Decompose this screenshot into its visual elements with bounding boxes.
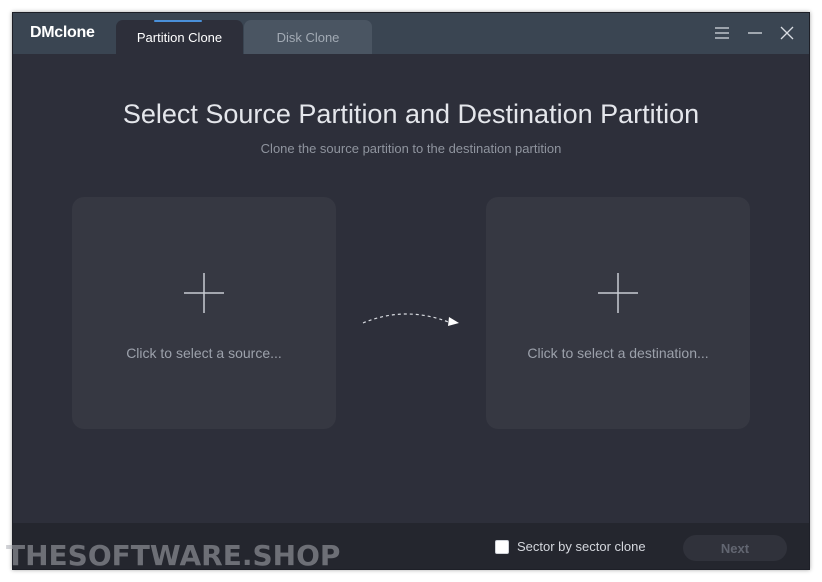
- app-window: DMclone Partition Clone Disk Clone Selec…: [12, 12, 810, 570]
- dashed-arrow-icon: [362, 313, 459, 326]
- watermark: THESOFTWARE.SHOP: [6, 539, 341, 572]
- sector-by-sector-checkbox[interactable]: [495, 540, 509, 554]
- tab-disk-clone[interactable]: Disk Clone: [244, 20, 372, 54]
- plus-icon: [184, 273, 224, 313]
- tab-label: Partition Clone: [136, 29, 223, 45]
- source-card-label: Click to select a source...: [126, 345, 282, 361]
- page-title: Select Source Partition and Destination …: [122, 99, 700, 129]
- tab-partition-clone[interactable]: Partition Clone: [116, 20, 243, 54]
- hamburger-icon: [715, 27, 729, 39]
- destination-card-label: Click to select a destination...: [527, 345, 709, 361]
- app-logo: DMclone: [30, 24, 95, 41]
- plus-icon: [598, 273, 638, 313]
- next-button[interactable]: Next: [683, 535, 787, 561]
- sector-by-sector-label[interactable]: Sector by sector clone: [517, 539, 646, 554]
- title-bar: DMclone Partition Clone Disk Clone: [13, 13, 809, 54]
- close-icon: [780, 26, 794, 40]
- destination-partition-card[interactable]: Click to select a destination...: [486, 197, 750, 429]
- minimize-icon: [748, 32, 762, 34]
- close-button[interactable]: [777, 23, 797, 43]
- menu-button[interactable]: [712, 23, 732, 43]
- next-button-label: Next: [720, 540, 750, 556]
- page-subtitle: Clone the source partition to the destin…: [260, 141, 562, 156]
- minimize-button[interactable]: [745, 23, 765, 43]
- source-partition-card[interactable]: Click to select a source...: [72, 197, 336, 429]
- tab-label: Disk Clone: [276, 29, 340, 45]
